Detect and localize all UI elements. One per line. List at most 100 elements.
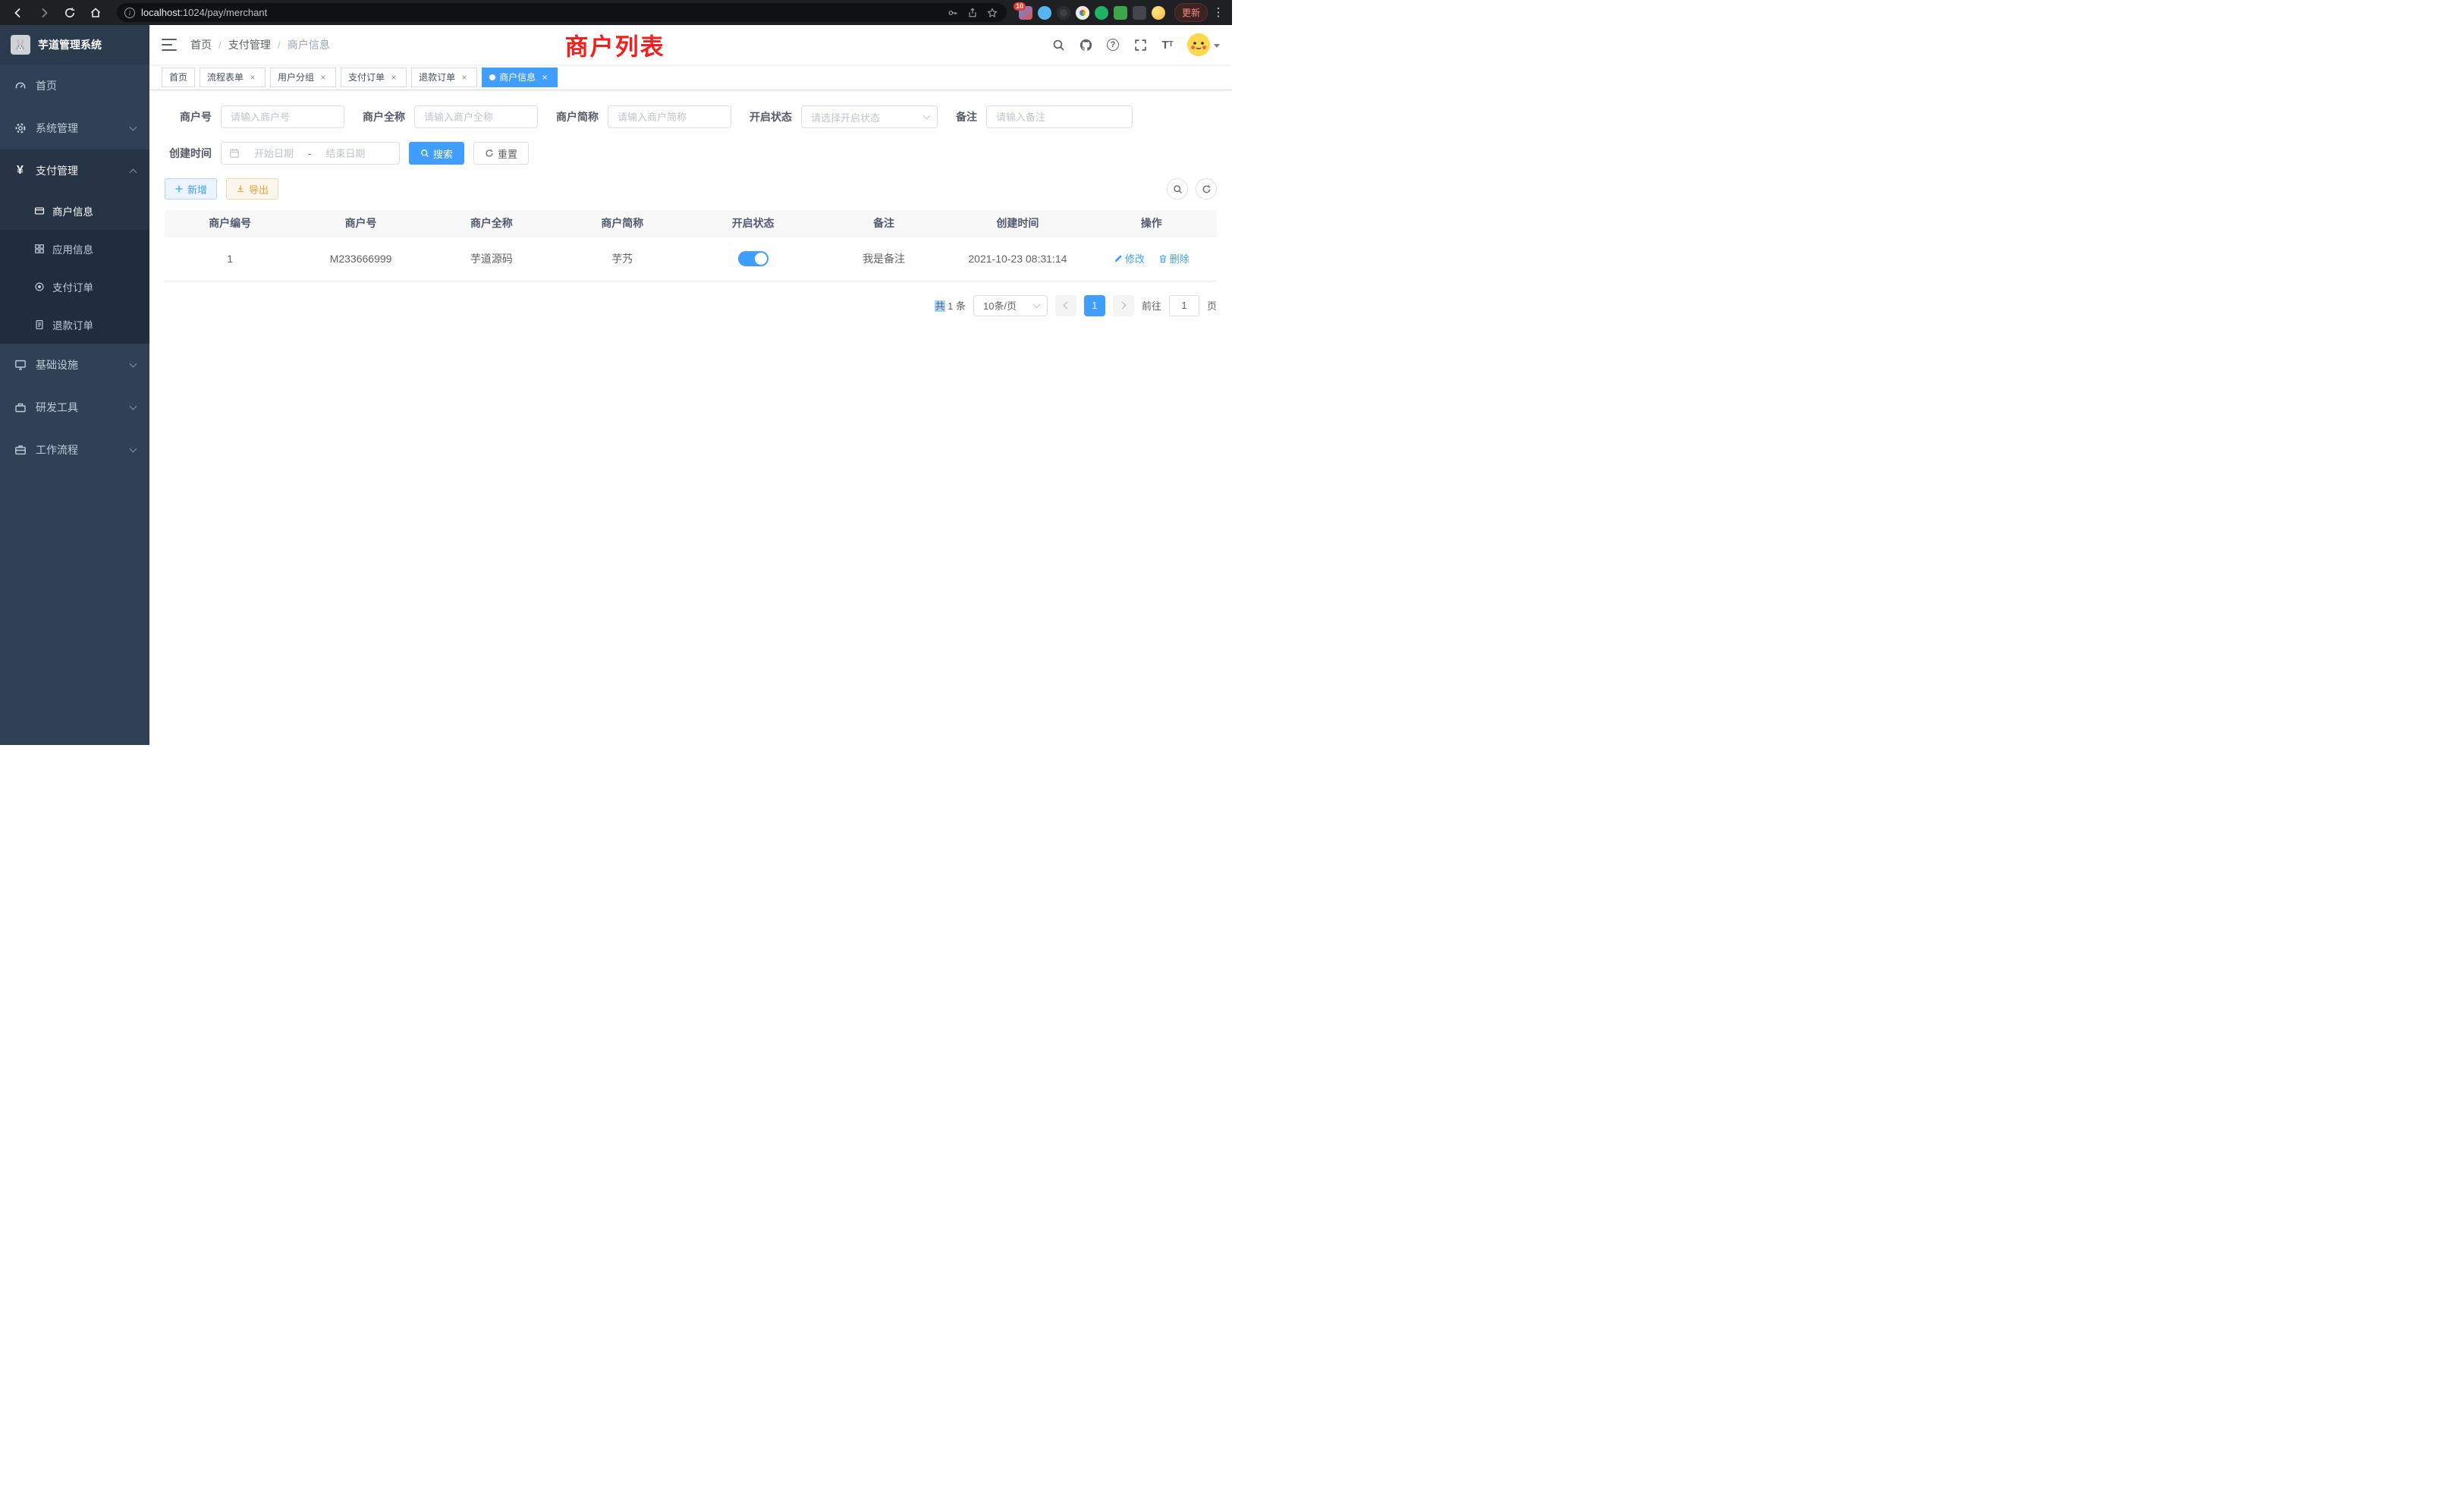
tab-home[interactable]: 首页 xyxy=(162,68,195,87)
avatar[interactable] xyxy=(1187,33,1210,56)
sidebar-item-app-info[interactable]: 应用信息 xyxy=(0,230,149,268)
search-button[interactable]: 搜索 xyxy=(409,142,464,165)
address-bar[interactable]: i localhost:1024/pay/merchant xyxy=(117,3,1007,22)
search-icon[interactable] xyxy=(1051,37,1066,52)
remark-input[interactable] xyxy=(986,105,1133,128)
next-page-button[interactable] xyxy=(1113,295,1134,316)
extension-dark-circle-icon[interactable] xyxy=(1057,6,1070,20)
col-short-name: 商户简称 xyxy=(557,210,687,236)
sidebar-item-label: 支付订单 xyxy=(52,279,93,294)
tab-refund-order[interactable]: 退款订单× xyxy=(411,68,477,87)
goto-page-input[interactable] xyxy=(1169,295,1199,316)
short-name-input[interactable] xyxy=(608,105,731,128)
close-icon[interactable]: × xyxy=(247,72,258,83)
sidebar-item-label: 基础设施 xyxy=(36,357,78,372)
prev-page-button[interactable] xyxy=(1055,295,1076,316)
extension-drop-icon[interactable] xyxy=(1038,6,1051,20)
hamburger-icon[interactable] xyxy=(162,39,177,51)
share-icon[interactable] xyxy=(966,6,979,20)
page-number-button[interactable]: 1 xyxy=(1084,295,1105,316)
sidebar-item-system[interactable]: 系统管理 xyxy=(0,107,149,149)
extension-rainbow-icon[interactable] xyxy=(1076,6,1089,20)
sidebar-item-infra[interactable]: 基础设施 xyxy=(0,344,149,386)
start-date-input[interactable] xyxy=(246,148,302,159)
extension-icon-1[interactable]: 10 xyxy=(1019,6,1032,20)
sidebar-logo[interactable]: 🐰 芋道管理系统 xyxy=(0,25,149,64)
sidebar-item-home[interactable]: 首页 xyxy=(0,64,149,107)
page-unit-label: 页 xyxy=(1207,298,1217,313)
delete-link[interactable]: 删除 xyxy=(1158,251,1190,266)
home-icon[interactable] xyxy=(85,3,106,23)
tab-merchant-info[interactable]: 商户信息× xyxy=(482,68,558,87)
browser-update-button[interactable]: 更新 xyxy=(1174,3,1208,22)
tab-pay-order[interactable]: 支付订单× xyxy=(341,68,407,87)
refresh-icon xyxy=(1202,184,1212,194)
url-text[interactable]: localhost:1024/pay/merchant xyxy=(141,7,940,18)
close-icon[interactable]: × xyxy=(318,72,328,83)
user-menu[interactable] xyxy=(1187,33,1220,56)
page-size-select[interactable]: 10条/页 xyxy=(973,295,1048,316)
filter-short-name: 商户简称 xyxy=(556,105,731,128)
filter-row-2: 创建时间 - 搜索 重置 xyxy=(165,142,1217,165)
sidebar-item-devtools[interactable]: 研发工具 xyxy=(0,386,149,429)
field-label: 商户号 xyxy=(165,109,212,124)
chevron-down-icon xyxy=(130,445,137,453)
sidebar-item-label: 工作流程 xyxy=(36,442,78,457)
github-icon[interactable] xyxy=(1078,37,1093,52)
extension-pin-icon[interactable] xyxy=(1133,6,1146,20)
edit-link[interactable]: 修改 xyxy=(1114,251,1145,266)
reset-button[interactable]: 重置 xyxy=(473,142,529,165)
extension-smiley-icon[interactable] xyxy=(1152,6,1165,20)
breadcrumb-home[interactable]: 首页 xyxy=(190,37,212,52)
pagination-total-rest: 1 条 xyxy=(945,300,966,312)
status-toggle[interactable] xyxy=(738,251,768,266)
select-placeholder: 请选择开启状态 xyxy=(811,110,918,124)
tab-label: 商户信息 xyxy=(499,71,536,83)
fullscreen-icon[interactable] xyxy=(1133,37,1148,52)
sidebar-item-label: 应用信息 xyxy=(52,241,93,256)
devtool-box-icon xyxy=(14,401,27,414)
merchant-no-input[interactable] xyxy=(221,105,344,128)
sidebar-item-label: 商户信息 xyxy=(52,203,93,218)
full-name-input[interactable] xyxy=(414,105,538,128)
end-date-input[interactable] xyxy=(317,148,373,159)
reload-icon[interactable] xyxy=(59,3,80,23)
toggle-search-button[interactable] xyxy=(1167,178,1188,200)
filter-create-time: 创建时间 - xyxy=(165,142,400,165)
add-button[interactable]: 新增 xyxy=(165,178,217,200)
sidebar-item-workflow[interactable]: 工作流程 xyxy=(0,429,149,471)
breadcrumb-payment[interactable]: 支付管理 xyxy=(228,37,271,52)
tab-process-form[interactable]: 流程表单× xyxy=(200,68,266,87)
close-icon[interactable]: × xyxy=(459,72,470,83)
back-icon[interactable] xyxy=(8,3,29,23)
cell-index: 1 xyxy=(165,236,295,281)
close-icon[interactable]: × xyxy=(539,72,550,83)
table-row: 1 M233666999 芋道源码 芋艿 我是备注 2021-10-23 08:… xyxy=(165,236,1217,281)
site-info-icon[interactable]: i xyxy=(124,8,135,18)
bookmark-star-icon[interactable] xyxy=(985,6,999,20)
refresh-table-button[interactable] xyxy=(1196,178,1217,200)
col-actions: 操作 xyxy=(1086,210,1217,236)
tab-label: 流程表单 xyxy=(207,71,244,83)
password-key-icon[interactable] xyxy=(946,6,960,20)
tab-user-group[interactable]: 用户分组× xyxy=(270,68,336,87)
font-size-icon[interactable]: TT xyxy=(1160,37,1175,52)
date-range-picker[interactable]: - xyxy=(221,142,400,165)
close-icon[interactable]: × xyxy=(388,72,399,83)
sidebar-item-merchant-info[interactable]: 商户信息 xyxy=(0,192,149,230)
sidebar-item-refund-order[interactable]: 退款订单 xyxy=(0,306,149,344)
extension-green-square-icon[interactable] xyxy=(1114,6,1127,20)
forward-icon[interactable] xyxy=(33,3,55,23)
browser-menu-icon[interactable]: ⋮ xyxy=(1212,7,1224,18)
help-icon[interactable]: ? xyxy=(1105,37,1120,52)
sidebar-item-pay-order[interactable]: 支付订单 xyxy=(0,268,149,306)
logo-image: 🐰 xyxy=(11,35,30,55)
sidebar-item-payment[interactable]: ¥ 支付管理 xyxy=(0,149,149,192)
status-select[interactable]: 请选择开启状态 xyxy=(801,105,938,128)
export-button[interactable]: 导出 xyxy=(226,178,278,200)
edit-pencil-icon xyxy=(1114,254,1123,263)
dashboard-icon xyxy=(14,80,27,93)
filter-status: 开启状态 请选择开启状态 xyxy=(750,105,938,128)
extension-green-circle-icon[interactable] xyxy=(1095,6,1108,20)
pagination-total-prefix: 共 xyxy=(935,300,944,312)
